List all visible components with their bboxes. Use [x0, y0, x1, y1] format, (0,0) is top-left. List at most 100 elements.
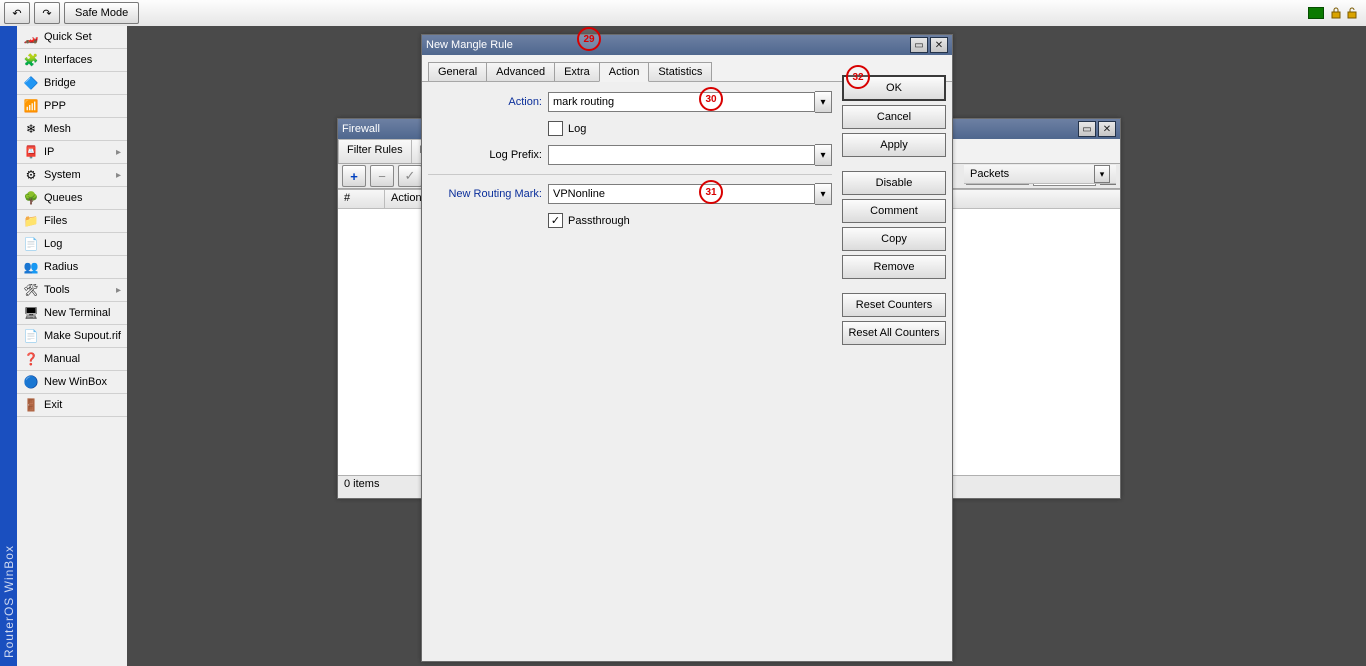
chevron-right-icon: ▸ [116, 170, 121, 181]
mesh-icon: ❄ [23, 121, 39, 137]
mangle-button-column: OK Cancel Apply Disable Comment Copy Remove Res… [842, 75, 946, 345]
mangle-minimize-button[interactable]: ▭ [910, 37, 928, 53]
menu-label: PPP [44, 100, 66, 112]
mangle-tab-advanced[interactable]: Advanced [486, 62, 555, 81]
side-menu: 🏎️ Quick Set 🧩Interfaces 🔷 Bridge 📶 PPP ❄Mesh 📮 I… [17, 26, 128, 666]
menu-item-log[interactable]: 📄 Log [17, 233, 127, 256]
menu-item-quickset[interactable]: 🏎️ Quick Set [17, 26, 127, 49]
disable-button[interactable]: Disable [842, 171, 946, 195]
label-action: Action: [428, 96, 542, 108]
menu-label: Make Supout.rif [44, 330, 121, 342]
menu-item-terminal[interactable]: 🖥 New Terminal [17, 302, 127, 325]
app-brand-label: RouterOS WinBox [2, 537, 16, 666]
firewall-close-button[interactable]: ✕ [1098, 121, 1116, 137]
ppp-icon: 📶 [23, 98, 39, 114]
menu-label: Bridge [44, 77, 76, 89]
apply-button[interactable]: Apply [842, 133, 946, 157]
mangle-titlebar[interactable]: New Mangle Rule ▭ ✕ [422, 35, 952, 55]
menu-label: Tools [44, 284, 70, 296]
log-icon: 📄 [23, 236, 39, 252]
label-log-prefix: Log Prefix: [428, 149, 542, 161]
mangle-window: New Mangle Rule ▭ ✕ GeneralAdvancedExtra… [421, 34, 953, 662]
copy-button[interactable]: Copy [842, 227, 946, 251]
quickset-icon: 🏎️ [23, 29, 39, 45]
redo-button[interactable]: ↷ [34, 2, 60, 24]
menu-label: Files [44, 215, 67, 227]
desktop-area: Firewall ▭ ✕ Filter Rules N + − ✓ all ▾ … [127, 26, 1366, 666]
log-prefix-field[interactable] [548, 145, 815, 165]
menu-item-supout[interactable]: 📄 Make Supout.rif [17, 325, 127, 348]
menu-item-ppp[interactable]: 📶 PPP [17, 95, 127, 118]
remove-button[interactable]: Remove [842, 255, 946, 279]
bridge-icon: 🔷 [23, 75, 39, 91]
comment-button[interactable]: Comment [842, 199, 946, 223]
mangle-tab-extra[interactable]: Extra [554, 62, 600, 81]
menu-label: Exit [44, 399, 62, 411]
menu-item-radius[interactable]: 👥 Radius [17, 256, 127, 279]
enable-button[interactable]: ✓ [398, 165, 422, 187]
mangle-tab-action[interactable]: Action [599, 62, 650, 82]
remove-button[interactable]: − [370, 165, 394, 187]
firewall-tab-filter-rules[interactable]: Filter Rules [338, 139, 412, 163]
menu-label: System [44, 169, 81, 181]
menu-item-manual[interactable]: ❓Manual [17, 348, 127, 371]
undo-button[interactable]: ↶ [4, 2, 30, 24]
label-new-routing: New Routing Mark: [428, 188, 542, 200]
menu-item-files[interactable]: 📁 Files [17, 210, 127, 233]
mangle-title: New Mangle Rule [426, 39, 908, 51]
menu-label: New WinBox [44, 376, 107, 388]
firewall-col-index[interactable]: # [338, 190, 385, 208]
menu-label: Radius [44, 261, 78, 273]
menu-item-mesh[interactable]: ❄Mesh [17, 118, 127, 141]
interfaces-icon: 🧩 [23, 52, 39, 68]
menu-label: Log [44, 238, 62, 250]
action-dropdown[interactable]: ▾ [815, 91, 832, 113]
cancel-button[interactable]: Cancel [842, 105, 946, 129]
label-passthrough: Passthrough [568, 215, 630, 227]
top-toolbar: ↶ ↷ Safe Mode [0, 0, 1366, 27]
new-routing-field[interactable]: VPNonline [548, 184, 815, 204]
exit-icon: 🚪 [23, 397, 39, 413]
newwinbox-icon: 🔵 [23, 374, 39, 390]
firewall-col-dropdown[interactable]: ▾ [1094, 165, 1110, 183]
ok-button[interactable]: OK [842, 75, 946, 101]
queues-icon: 🌳 [23, 190, 39, 206]
mangle-form: Action: mark routing ▾ Log Log Prefix: ▾… [428, 83, 832, 655]
menu-item-system[interactable]: ⚙ System ▸ [17, 164, 127, 187]
log-checkbox[interactable] [548, 121, 563, 136]
reset-all-counters-button[interactable]: Reset All Counters [842, 321, 946, 345]
chevron-right-icon: ▸ [116, 147, 121, 158]
log-prefix-expand[interactable]: ▾ [815, 144, 832, 166]
add-button[interactable]: + [342, 165, 366, 187]
reset-counters-button[interactable]: Reset Counters [842, 293, 946, 317]
menu-item-ip[interactable]: 📮 IP ▸ [17, 141, 127, 164]
menu-item-interfaces[interactable]: 🧩Interfaces [17, 49, 127, 72]
menu-item-tools[interactable]: 🛠Tools▸ [17, 279, 127, 302]
menu-label: IP [44, 146, 54, 158]
menu-label: Quick Set [44, 31, 92, 43]
menu-label: New Terminal [44, 307, 110, 319]
radius-icon: 👥 [23, 259, 39, 275]
tools-icon: 🛠 [23, 282, 39, 298]
passthrough-checkbox[interactable]: ✓ [548, 213, 563, 228]
supout-icon: 📄 [23, 328, 39, 344]
menu-item-bridge[interactable]: 🔷 Bridge [17, 72, 127, 95]
firewall-col-packets[interactable]: Packets [970, 168, 1009, 180]
new-routing-dropdown[interactable]: ▾ [815, 183, 832, 205]
menu-item-queues[interactable]: 🌳Queues [17, 187, 127, 210]
menu-item-newwinbox[interactable]: 🔵 New WinBox [17, 371, 127, 394]
files-icon: 📁 [23, 213, 39, 229]
lock-closed-icon [1330, 7, 1342, 19]
system-icon: ⚙ [23, 167, 39, 183]
lock-open-icon [1346, 7, 1358, 19]
safe-mode-button[interactable]: Safe Mode [64, 2, 139, 24]
mangle-tab-general[interactable]: General [428, 62, 487, 81]
terminal-icon: 🖥 [23, 305, 39, 321]
menu-label: Manual [44, 353, 80, 365]
menu-item-exit[interactable]: 🚪 Exit [17, 394, 127, 417]
mangle-close-button[interactable]: ✕ [930, 37, 948, 53]
mangle-tab-statistics[interactable]: Statistics [648, 62, 712, 81]
firewall-minimize-button[interactable]: ▭ [1078, 121, 1096, 137]
ip-icon: 📮 [23, 144, 39, 160]
action-field[interactable]: mark routing [548, 92, 815, 112]
